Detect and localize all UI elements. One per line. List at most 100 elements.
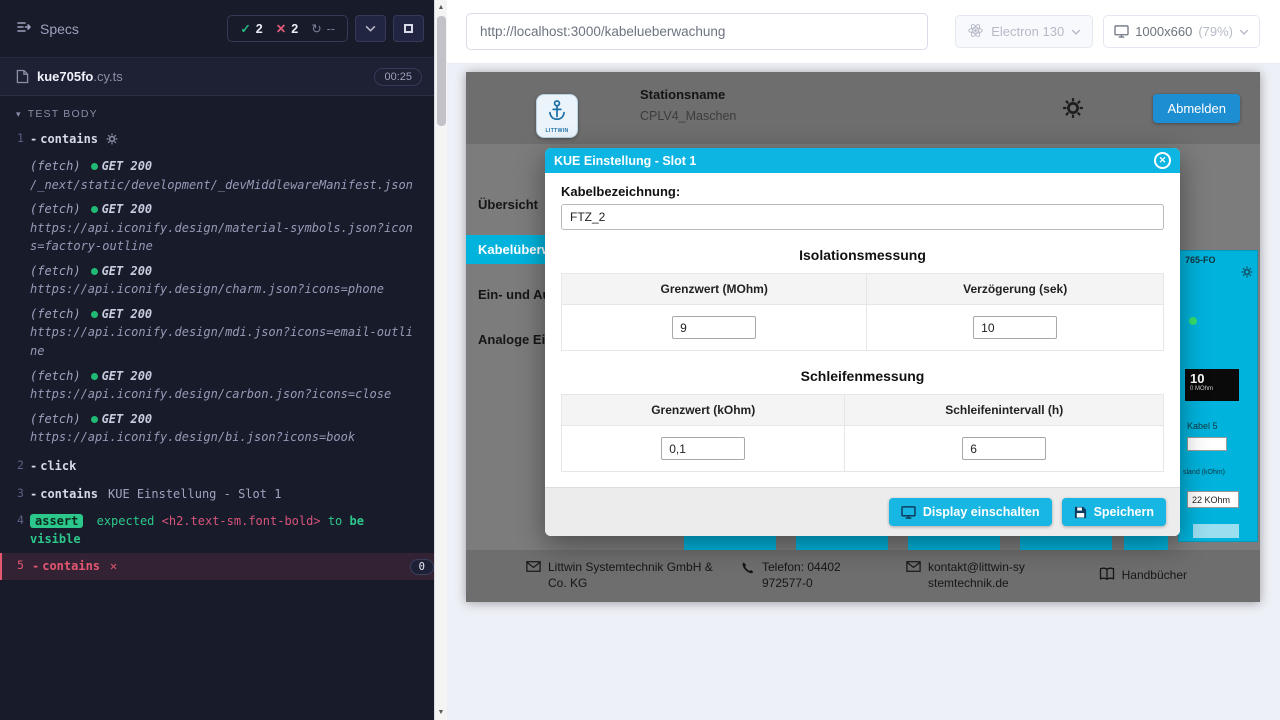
hidden-button-stub [684,534,776,550]
hidden-button-stub [908,534,1000,550]
logout-button[interactable]: Abmelden [1153,94,1240,123]
footer-company: Littwin Systemtechnik GmbH & Co. KG [526,560,741,591]
scroll-up-icon[interactable]: ▲ [435,4,447,11]
fetch-log-entry[interactable]: (fetch)GET 200 /_next/static/development… [0,158,434,194]
scroll-down-icon[interactable]: ▼ [435,709,447,716]
book-icon [1099,566,1115,586]
isolation-delay-input[interactable] [973,316,1057,339]
close-icon[interactable]: ✕ [1154,152,1171,169]
line-number: 2 [0,458,30,475]
settings-gear-icon[interactable] [1062,97,1084,124]
isolation-limit-input[interactable] [672,316,756,339]
caret-down-icon: ▾ [16,109,22,120]
chevron-down-icon [365,25,376,32]
hidden-button-stub [796,534,888,550]
assert-badge: assert [30,514,83,528]
monitor-icon [901,506,916,519]
modal-title-bar: KUE Einstellung - Slot 1 ✕ [545,148,1180,173]
spec-name: kue705fo.cy.ts [37,69,123,84]
modal-title: KUE Einstellung - Slot 1 [554,154,696,168]
pending-count: -- [327,22,335,36]
command-name: contains [32,559,100,573]
passed-count: 2 [256,22,263,36]
fetch-log-entry[interactable]: (fetch)GET 200 https://api.iconify.desig… [0,411,434,447]
command-name: click [30,459,76,473]
error-cross-icon: ✕ [110,559,117,573]
reporter-header: Specs ✓ 2 ✕ 2 ↻ -- [0,0,434,58]
reporter-scrollbar[interactable]: ▲ ▼ [434,0,447,720]
chevron-down-icon [1071,29,1081,35]
failed-count: 2 [291,22,298,36]
phone-icon [741,560,755,580]
email-icon [526,560,541,577]
footer-manuals[interactable]: Handbücher [1099,566,1187,586]
viewport-zoom: (79%) [1198,24,1233,39]
status-dot [91,268,98,275]
app-header [466,72,1260,144]
status-dot [91,373,98,380]
app-footer: Littwin Systemtechnik GmbH & Co. KG Tele… [466,550,1260,602]
fetch-log-entry[interactable]: (fetch)GET 200 https://api.iconify.desig… [0,201,434,256]
test-body-section[interactable]: ▾ TEST BODY [0,96,434,126]
monitor-icon [1114,25,1129,38]
display-on-button[interactable]: Display einschalten [889,498,1052,526]
isolation-heading: Isolationsmessung [561,247,1164,263]
specs-list-icon [16,19,32,38]
command-row-click[interactable]: 2 click [0,453,434,480]
cypress-reporter: Specs ✓ 2 ✕ 2 ↻ -- [0,0,434,720]
kohm-value-box: 22 KOhm [1187,491,1239,508]
gear-icon [106,134,118,148]
viewport-size: 1000x660 [1135,24,1192,39]
slot-gear-icon[interactable] [1241,265,1253,283]
stat-passed: ✓ 2 [240,21,262,36]
fetch-log-entry[interactable]: (fetch)GET 200 https://api.iconify.desig… [0,306,434,361]
stop-tests-button[interactable] [393,15,424,42]
command-row-contains-failed[interactable]: 5 contains✕ 0 [0,553,434,580]
status-dot [91,416,98,423]
command-log: 1 contains (fetch)GET 200 /_next/static/… [0,126,434,720]
line-number: 4 [0,513,30,548]
cable-label: Kabel 5 [1187,421,1218,431]
spec-file-row[interactable]: kue705fo.cy.ts 00:25 [0,58,434,96]
command-name: contains [30,487,98,501]
loop-table: Grenzwert (kOhm) Schleifenintervall (h) [561,394,1164,472]
line-number: 1 [0,131,30,150]
command-row-contains-2[interactable]: 3 containsKUE Einstellung - Slot 1 [0,481,434,508]
company-logo: LITTWIN [536,94,578,138]
app-screenshot: LITTWIN Stationsname CPLV4_Maschen Abmel… [466,72,1260,602]
viewport-info[interactable]: 1000x660 (79%) [1103,15,1260,48]
isolation-col-delay: Verzögerung (sek) [867,274,1164,305]
command-row-contains-1[interactable]: 1 contains [0,126,434,155]
save-button[interactable]: Speichern [1062,498,1166,526]
status-dot [91,311,98,318]
cable-name-label: Kabelbezeichnung: [561,184,1164,199]
measurement-display: 10 0 MOhm [1185,369,1239,401]
scrollbar-thumb[interactable] [437,16,446,126]
line-number: 3 [0,486,30,503]
cable-name-input[interactable] [561,204,1164,230]
loop-interval-input[interactable] [962,437,1046,460]
status-dot [91,206,98,213]
anchor-icon [546,99,568,128]
page: Specs ✓ 2 ✕ 2 ↻ -- [0,0,1280,720]
footer-phone: Telefon: 04402 972577-0 [741,560,906,591]
fetch-log-entry[interactable]: (fetch)GET 200 https://api.iconify.desig… [0,368,434,404]
spec-timer: 00:25 [374,68,422,86]
hidden-button-stub [1020,534,1112,550]
aut-stage: LITTWIN Stationsname CPLV4_Maschen Abmel… [447,64,1280,720]
browser-select[interactable]: Electron 130 [955,15,1093,48]
stat-failed: ✕ 2 [276,21,298,36]
hidden-widget-stub [1193,524,1239,538]
loop-limit-input[interactable] [661,437,745,460]
command-row-assert[interactable]: 4 assert expected <h2.text-sm.font-bold>… [0,508,434,553]
url-input[interactable] [466,13,928,50]
aut-toolbar: Electron 130 1000x660 (79%) [447,0,1280,64]
station-info: Stationsname CPLV4_Maschen [640,87,736,123]
specs-menu-button[interactable]: Specs [16,19,79,38]
aut-panel: Electron 130 1000x660 (79%) [447,0,1280,720]
collapse-reporter-button[interactable] [355,15,386,42]
station-value: CPLV4_Maschen [640,109,736,123]
fetch-log-entry[interactable]: (fetch)GET 200 https://api.iconify.desig… [0,263,434,299]
cable-value-box [1187,437,1227,451]
electron-icon [967,22,984,42]
